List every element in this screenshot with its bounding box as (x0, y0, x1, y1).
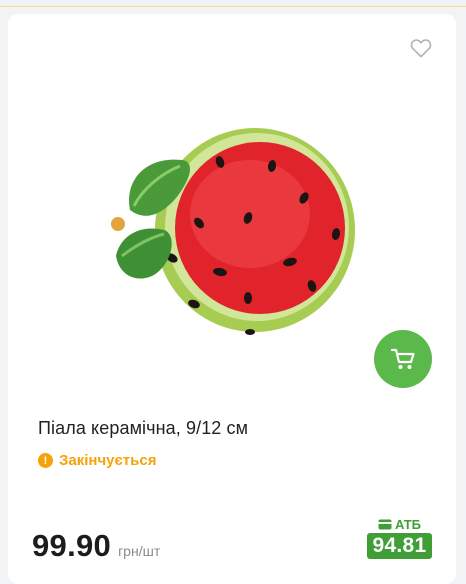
heart-outline-icon[interactable] (410, 38, 432, 58)
credit-card-icon (378, 519, 392, 530)
stock-status-text: Закінчується (59, 452, 157, 469)
top-divider (0, 0, 466, 7)
stock-status: ! Закінчується (38, 452, 156, 469)
regular-price: 99.90 грн/шт (32, 528, 160, 564)
price-unit: грн/шт (118, 543, 161, 559)
product-image[interactable] (100, 126, 366, 358)
loyalty-label: АТБ (378, 517, 421, 532)
loyalty-label-text: АТБ (395, 517, 422, 532)
product-title[interactable]: Піала керамічна, 9/12 см (38, 418, 248, 439)
exclamation-circle-icon: ! (38, 453, 53, 468)
add-to-cart-button[interactable] (374, 330, 432, 388)
cart-icon (390, 348, 415, 369)
price-value: 99.90 (32, 528, 112, 563)
product-card[interactable]: Піала керамічна, 9/12 см ! Закінчується … (8, 14, 456, 584)
loyalty-price: 94.81 (367, 533, 432, 559)
